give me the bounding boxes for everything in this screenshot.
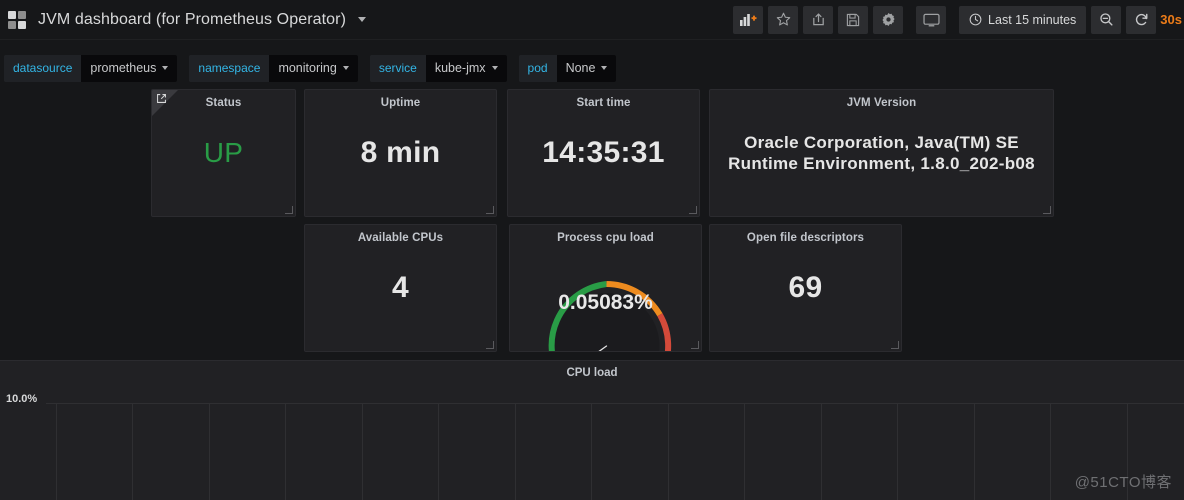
graph-vgridline xyxy=(1050,403,1051,500)
panel-status[interactable]: Status UP xyxy=(151,89,296,217)
chevron-down-icon xyxy=(342,66,349,70)
panel-resize-handle[interactable] xyxy=(691,341,699,349)
graph-vgridline xyxy=(438,403,439,500)
variable-dropdown-service[interactable]: kube-jmx xyxy=(425,54,507,82)
status-value: UP xyxy=(203,137,244,168)
watermark: @51CTO博客 xyxy=(1074,474,1172,491)
variable-dropdown-datasource[interactable]: prometheus xyxy=(81,54,178,82)
panel-uptime[interactable]: Uptime 8 min xyxy=(304,89,497,217)
panel-title-uptime: Uptime xyxy=(380,97,421,109)
time-range-picker[interactable]: Last 15 minutes xyxy=(959,5,1087,34)
monitor-icon xyxy=(922,13,940,26)
magnifier-minus-icon xyxy=(1100,13,1113,26)
panel-title-open-file-descriptors: Open file descriptors xyxy=(746,232,865,244)
chevron-down-icon[interactable] xyxy=(357,16,366,22)
page-title: JVM dashboard (for Prometheus Operator) xyxy=(38,10,347,28)
star-button[interactable] xyxy=(768,5,799,34)
graph-vgridline xyxy=(668,403,669,500)
variable-pod: pod None xyxy=(518,54,617,82)
panel-title-cpu-load: CPU load xyxy=(566,367,618,379)
open-file-descriptors-value: 69 xyxy=(788,271,823,304)
variable-datasource: datasource prometheus xyxy=(4,54,178,82)
variable-label-service: service xyxy=(369,54,426,82)
graph-plot-area[interactable] xyxy=(46,403,1184,500)
refresh-icon xyxy=(1135,13,1148,26)
panel-cpu-load-graph[interactable]: CPU load xyxy=(0,360,1184,500)
panel-available-cpus[interactable]: Available CPUs 4 xyxy=(304,224,497,352)
add-panel-button[interactable] xyxy=(733,5,764,34)
variable-dropdown-pod[interactable]: None xyxy=(556,54,617,82)
refresh-button[interactable] xyxy=(1126,5,1157,34)
process-cpu-load-value: 0.05083% xyxy=(558,291,653,314)
panel-title-available-cpus: Available CPUs xyxy=(357,232,444,244)
panel-resize-handle[interactable] xyxy=(689,206,697,214)
gear-icon xyxy=(881,13,895,26)
panel-resize-handle[interactable] xyxy=(891,341,899,349)
panel-start-time[interactable]: Start time 14:35:31 xyxy=(507,89,700,217)
refresh-interval-label[interactable]: 30s xyxy=(1160,12,1182,27)
clock-icon xyxy=(969,13,982,26)
zoom-out-button[interactable] xyxy=(1091,5,1122,34)
variable-value-service: kube-jmx xyxy=(434,61,486,75)
star-icon xyxy=(776,12,790,26)
panel-title-process-cpu-load: Process cpu load xyxy=(557,232,654,244)
time-range-label: Last 15 minutes xyxy=(988,12,1077,27)
graph-vgridline xyxy=(362,403,363,500)
chevron-down-icon xyxy=(601,66,608,70)
variable-label-pod: pod xyxy=(518,54,557,82)
graph-vgridline xyxy=(56,403,57,500)
variable-value-namespace: monitoring xyxy=(278,61,337,75)
grafana-squares-icon[interactable] xyxy=(8,10,26,29)
share-icon xyxy=(812,13,824,26)
variable-service: service kube-jmx xyxy=(369,54,507,82)
panel-process-cpu-load[interactable]: Process cpu load 0.05083% xyxy=(509,224,702,352)
chevron-down-icon xyxy=(162,66,169,70)
variable-label-datasource: datasource xyxy=(4,54,82,82)
uptime-value: 8 min xyxy=(360,136,441,169)
panel-resize-handle[interactable] xyxy=(486,206,494,214)
graph-vgridline xyxy=(821,403,822,500)
panel-title-start-time: Start time xyxy=(576,97,631,109)
variable-value-datasource: prometheus xyxy=(90,61,157,75)
graph-vgridline xyxy=(132,403,133,500)
graph-y-tick-label: 10.0% xyxy=(6,393,38,405)
kiosk-mode-button[interactable] xyxy=(916,5,947,34)
variable-value-pod: None xyxy=(565,61,596,75)
panel-resize-handle[interactable] xyxy=(1043,206,1051,214)
variable-namespace: namespace monitoring xyxy=(189,54,358,82)
top-navbar: JVM dashboard (for Prometheus Operator) xyxy=(0,0,1184,40)
graph-hgridline xyxy=(46,403,1184,404)
graph-vgridline xyxy=(897,403,898,500)
save-button[interactable] xyxy=(838,5,869,34)
external-link-icon xyxy=(157,94,166,103)
graph-vgridline xyxy=(744,403,745,500)
graph-vgridline xyxy=(515,403,516,500)
chevron-down-icon xyxy=(491,66,498,70)
settings-button[interactable] xyxy=(873,5,904,34)
template-variables-bar: datasource prometheus namespace monitori… xyxy=(0,48,1184,88)
panel-jvm-version[interactable]: JVM Version Oracle Corporation, Java(TM)… xyxy=(709,89,1054,217)
jvm-version-value: Oracle Corporation, Java(TM) SE Runtime … xyxy=(728,133,1035,173)
panel-open-file-descriptors[interactable]: Open file descriptors 69 xyxy=(709,224,902,352)
available-cpus-value: 4 xyxy=(392,271,409,304)
share-button[interactable] xyxy=(803,5,834,34)
dashboard-title-menu[interactable]: JVM dashboard (for Prometheus Operator) xyxy=(38,11,366,29)
panel-resize-handle[interactable] xyxy=(486,341,494,349)
variable-label-namespace: namespace xyxy=(189,54,270,82)
panel-resize-handle[interactable] xyxy=(285,206,293,214)
navbar-actions: Last 15 minutes 30s xyxy=(733,0,1184,40)
graph-vgridline xyxy=(974,403,975,500)
graph-vgridline xyxy=(285,403,286,500)
bar-chart-plus-icon xyxy=(739,13,757,26)
panel-title-jvm-version: JVM Version xyxy=(846,97,917,109)
save-disk-icon xyxy=(846,13,860,26)
graph-vgridline xyxy=(209,403,210,500)
graph-vgridline xyxy=(591,403,592,500)
start-time-value: 14:35:31 xyxy=(542,136,665,169)
variable-dropdown-namespace[interactable]: monitoring xyxy=(269,54,358,82)
